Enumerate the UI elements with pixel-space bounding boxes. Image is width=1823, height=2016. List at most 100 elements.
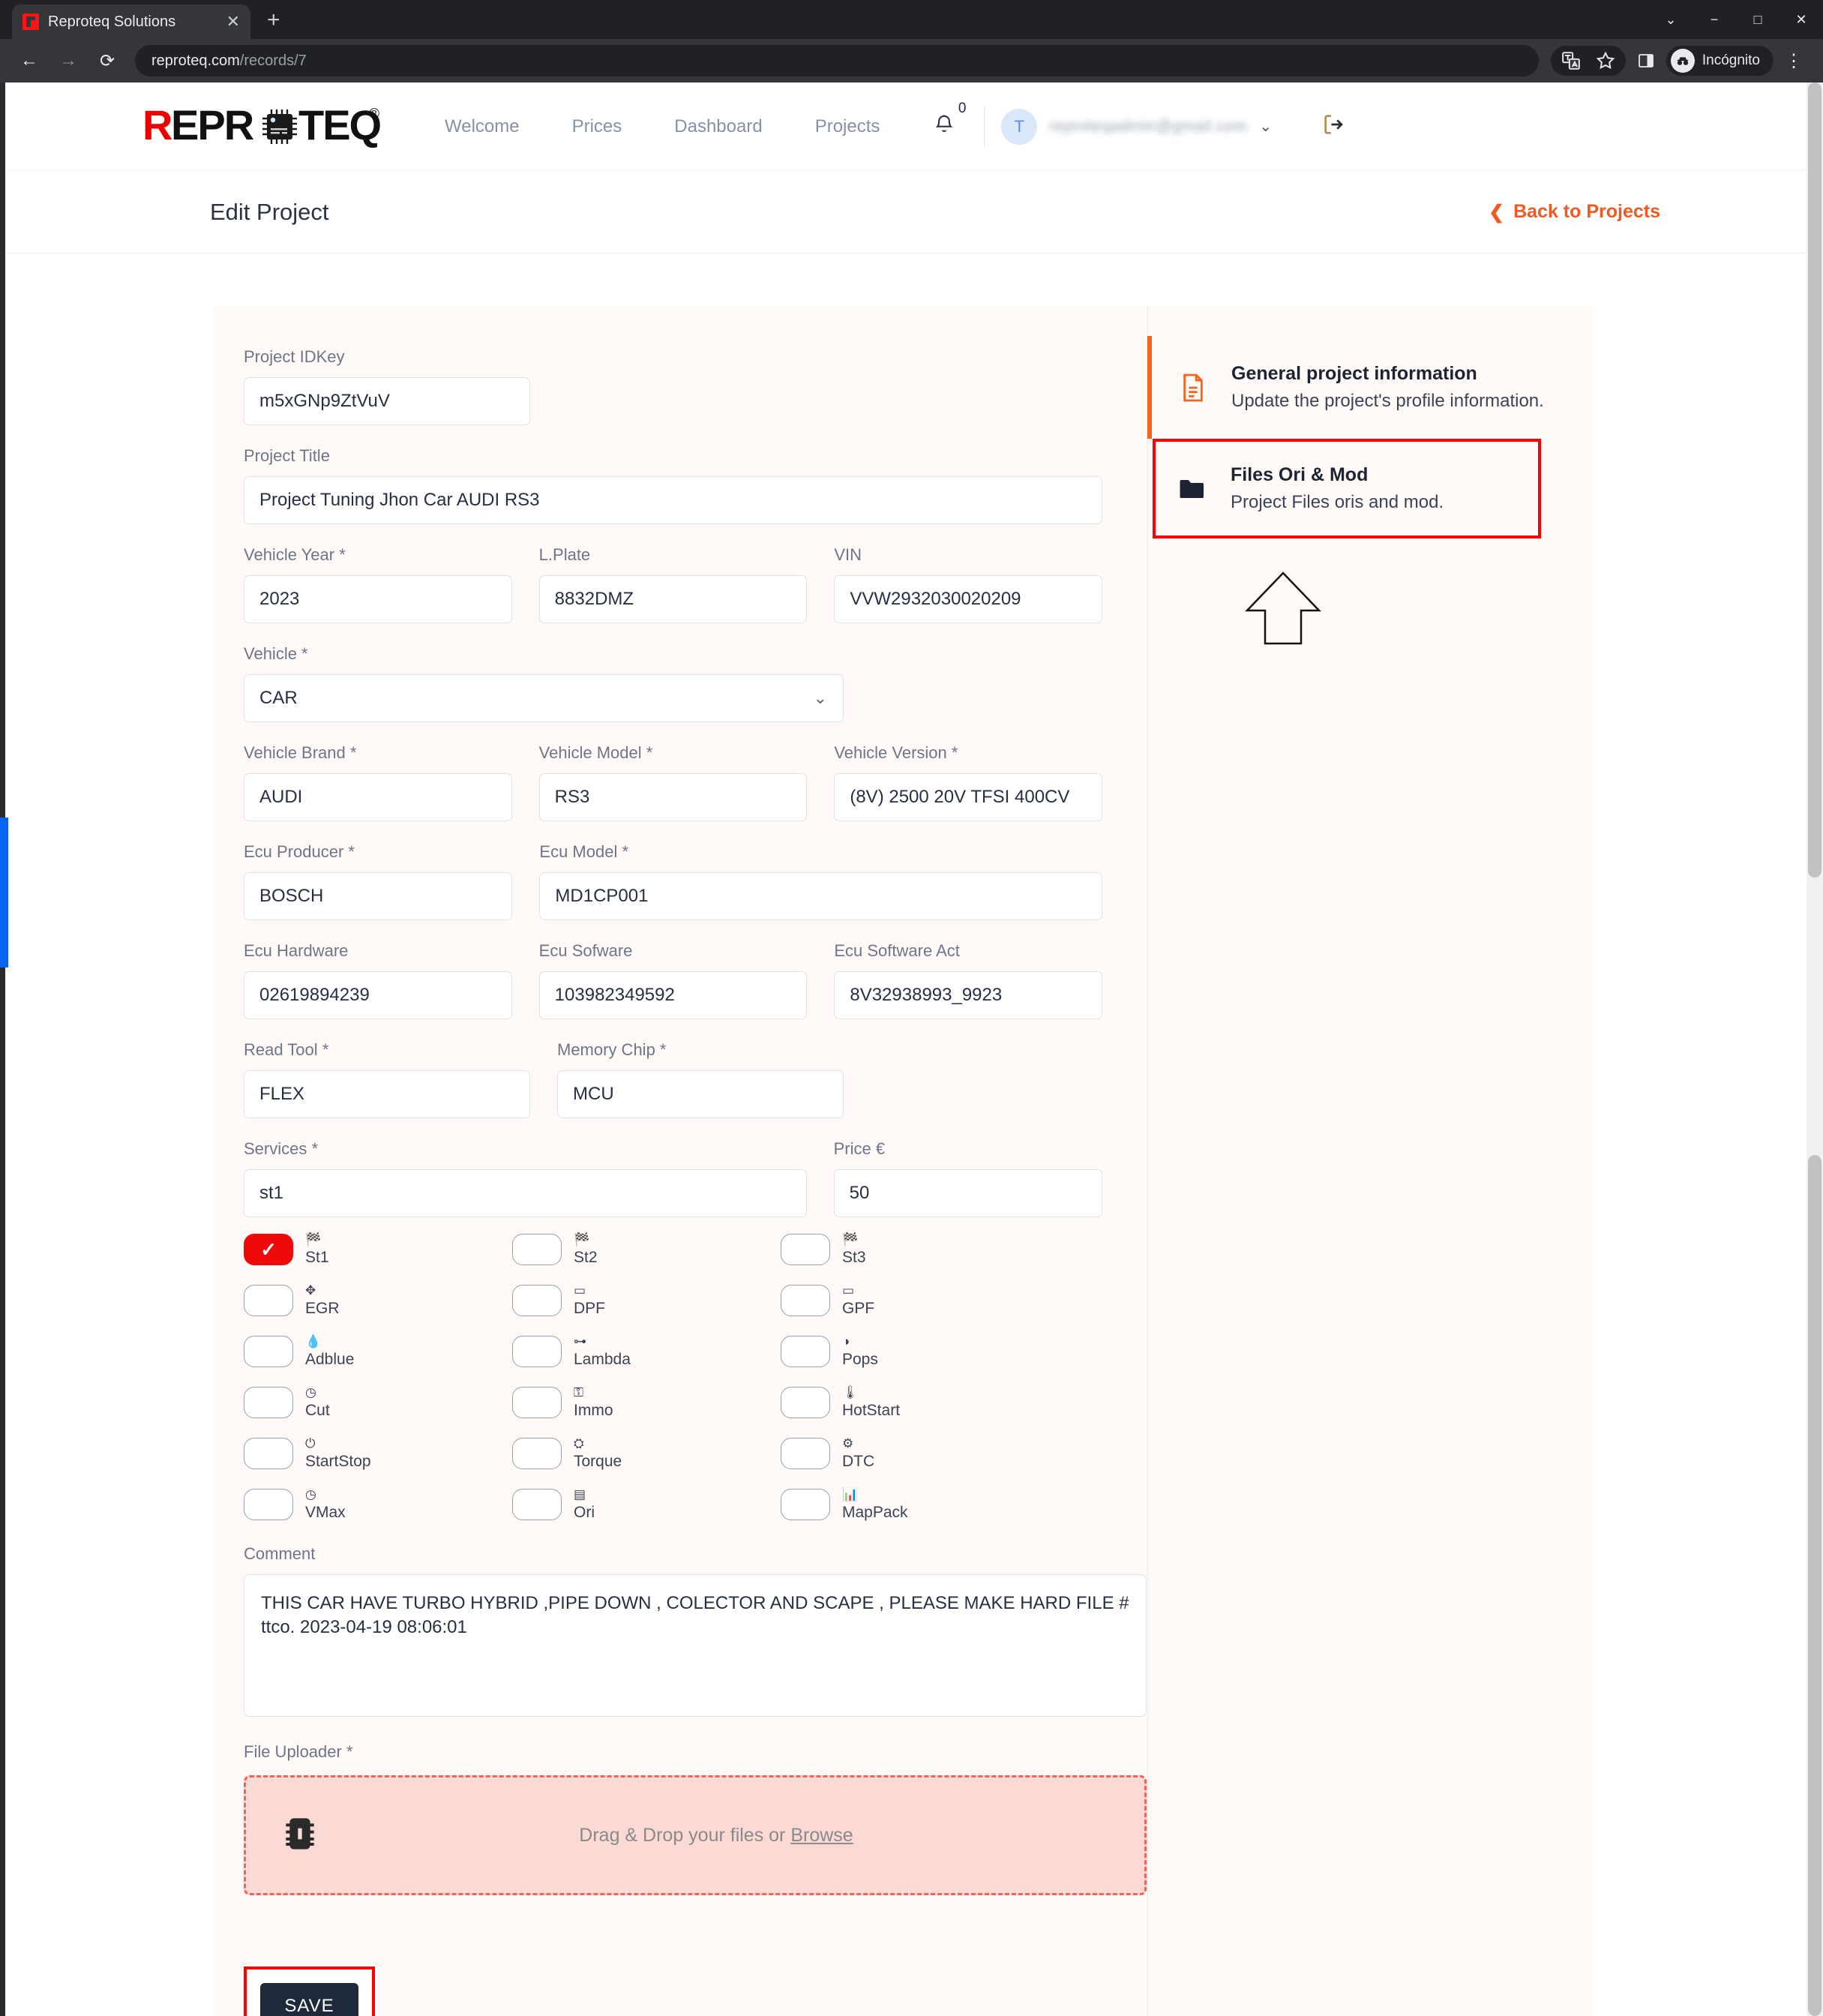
forward-icon[interactable]: → [51, 44, 85, 78]
minimize-button[interactable]: − [1693, 12, 1736, 28]
sidebar-desc: Project Files oris and mod. [1231, 492, 1444, 512]
reload-icon[interactable]: ⟳ [90, 44, 124, 78]
service-toggle-startstop[interactable]: ⏻ StartStop [244, 1436, 512, 1471]
service-toggle-hotstart[interactable]: 🌡 HotStart [781, 1385, 1049, 1420]
service-toggle-gpf[interactable]: ▭ GPF [781, 1283, 1049, 1318]
left-edge-strip [0, 82, 5, 2016]
toggle-switch[interactable] [781, 1489, 830, 1520]
vehicle-year-input[interactable]: 2023 [244, 575, 512, 623]
toggle-switch[interactable] [244, 1336, 293, 1367]
file-dropzone[interactable]: Drag & Drop your files or Browse [244, 1775, 1147, 1895]
toggle-switch[interactable] [781, 1336, 830, 1367]
service-toggle-cut[interactable]: ◷ Cut [244, 1385, 512, 1420]
comment-textarea[interactable] [244, 1574, 1147, 1717]
back-icon[interactable]: ← [12, 44, 46, 78]
side-panel-icon[interactable] [1629, 44, 1663, 78]
translate-icon[interactable] [1554, 44, 1588, 78]
save-button[interactable]: SAVE [260, 1983, 358, 2016]
maximize-button[interactable]: □ [1736, 12, 1780, 28]
chip-icon [279, 1813, 321, 1858]
toggle-switch[interactable] [512, 1336, 562, 1367]
ecu-model-input[interactable]: MD1CP001 [539, 872, 1102, 920]
memory-chip-input[interactable]: MCU [557, 1070, 844, 1118]
toggle-switch[interactable] [512, 1285, 562, 1316]
ecu-software-input[interactable]: 103982349592 [538, 971, 808, 1019]
toggle-label: StartStop [305, 1453, 371, 1470]
service-toggle-vmax[interactable]: ◷ VMax [244, 1487, 512, 1522]
incognito-indicator[interactable]: Incógnito [1666, 46, 1774, 76]
ecu-producer-input[interactable]: BOSCH [244, 872, 513, 920]
toggle-switch[interactable] [244, 1387, 293, 1418]
toggle-switch[interactable] [781, 1438, 830, 1469]
sidebar-item-files-ori-and-mod[interactable]: Files Ori & Mod Project Files oris and m… [1153, 439, 1541, 538]
sidebar-item-general-project-information[interactable]: General project information Update the p… [1147, 336, 1594, 439]
browse-link[interactable]: Browse [790, 1825, 853, 1846]
toggle-switch[interactable] [512, 1438, 562, 1469]
immo-icon: ⚿ [574, 1385, 583, 1400]
project-idkey-input[interactable]: m5xGNp9ZtVuV [244, 377, 530, 425]
left-edge-highlight [0, 818, 8, 968]
notifications-button[interactable]: 0 [921, 100, 967, 140]
toggle-switch[interactable] [244, 1234, 293, 1265]
toggle-switch[interactable] [244, 1438, 293, 1469]
nav-item-projects[interactable]: Projects [789, 116, 907, 137]
adblue-icon: 💧 [305, 1334, 322, 1348]
logout-button[interactable] [1306, 112, 1362, 141]
browser-tab[interactable]: Reproteq Solutions ✕ [12, 4, 250, 39]
vehicle-brand-input[interactable]: AUDI [244, 773, 512, 821]
nav-item-prices[interactable]: Prices [546, 116, 649, 137]
vehicle-model-input[interactable]: RS3 [538, 773, 808, 821]
service-toggle-mappack[interactable]: 📊 MapPack [781, 1487, 1049, 1522]
user-menu[interactable]: T reproteqadmin@gmail.com ⌄ [1001, 108, 1272, 145]
service-toggle-dpf[interactable]: ▭ DPF [512, 1283, 781, 1318]
bookmark-star-icon[interactable] [1588, 44, 1623, 78]
scrollbar-thumb-secondary[interactable] [1808, 1155, 1822, 2016]
service-toggle-ori[interactable]: ▤ Ori [512, 1487, 781, 1522]
vehicle-version-input[interactable]: (8V) 2500 20V TFSI 400CV [834, 773, 1103, 821]
toggle-switch[interactable] [512, 1489, 562, 1520]
service-toggle-adblue[interactable]: 💧 Adblue [244, 1334, 512, 1369]
nav-item-welcome[interactable]: Welcome [418, 116, 546, 137]
close-window-button[interactable]: ✕ [1780, 12, 1823, 28]
toggle-text: 🌡 HotStart [842, 1385, 900, 1420]
st3-icon: 🏁 [842, 1232, 859, 1246]
ecu-software-act-input[interactable]: 8V32938993_9923 [834, 971, 1103, 1019]
toggle-switch[interactable] [244, 1489, 293, 1520]
back-to-projects-link[interactable]: ❮ Back to Projects [1489, 201, 1660, 224]
vertical-scrollbar[interactable] [1807, 82, 1823, 2016]
menu-icon[interactable]: ⋮ [1777, 44, 1811, 78]
vin-input[interactable]: VVW2932030020209 [834, 575, 1103, 623]
read-tool-input[interactable]: FLEX [244, 1070, 530, 1118]
nav-item-dashboard[interactable]: Dashboard [648, 116, 788, 137]
service-toggle-dtc[interactable]: ⚙ DTC [781, 1436, 1049, 1471]
service-toggle-lambda[interactable]: ⊶ Lambda [512, 1334, 781, 1369]
reproteq-logo[interactable]: R EPR TEQ ® [142, 99, 382, 154]
scrollbar-thumb[interactable] [1808, 82, 1822, 878]
toggle-switch[interactable] [512, 1387, 562, 1418]
vehicle-select[interactable]: CAR ⌄ [244, 674, 844, 722]
toggle-label: St1 [305, 1249, 329, 1266]
toggle-switch[interactable] [781, 1285, 830, 1316]
services-input[interactable]: st1 [244, 1169, 807, 1217]
service-toggle-torque[interactable]: ⛭ Torque [512, 1436, 781, 1471]
address-bar[interactable]: reproteq.com/records/7 [135, 45, 1539, 76]
service-toggle-st1[interactable]: 🏁 St1 [244, 1232, 512, 1267]
toggle-switch[interactable] [781, 1234, 830, 1265]
toggle-switch[interactable] [781, 1387, 830, 1418]
toggle-switch[interactable] [244, 1285, 293, 1316]
close-icon[interactable]: ✕ [226, 14, 240, 30]
toggle-switch[interactable] [512, 1234, 562, 1265]
service-toggle-pops[interactable]: ◑ Pops [781, 1334, 1049, 1369]
price-input[interactable]: 50 [833, 1169, 1102, 1217]
project-title-input[interactable]: Project Tuning Jhon Car AUDI RS3 [244, 476, 1102, 524]
new-tab-button[interactable]: + [267, 8, 280, 33]
toggle-label: Cut [305, 1402, 330, 1419]
sidebar-title: General project information [1231, 363, 1477, 384]
service-toggle-immo[interactable]: ⚿ Immo [512, 1385, 781, 1420]
chevron-down-icon[interactable]: ⌄ [1649, 12, 1693, 28]
service-toggle-st3[interactable]: 🏁 St3 [781, 1232, 1049, 1267]
service-toggle-st2[interactable]: 🏁 St2 [512, 1232, 781, 1267]
ecu-hardware-input[interactable]: 02619894239 [244, 971, 512, 1019]
lplate-input[interactable]: 8832DMZ [538, 575, 808, 623]
service-toggle-egr[interactable]: ✥ EGR [244, 1283, 512, 1318]
